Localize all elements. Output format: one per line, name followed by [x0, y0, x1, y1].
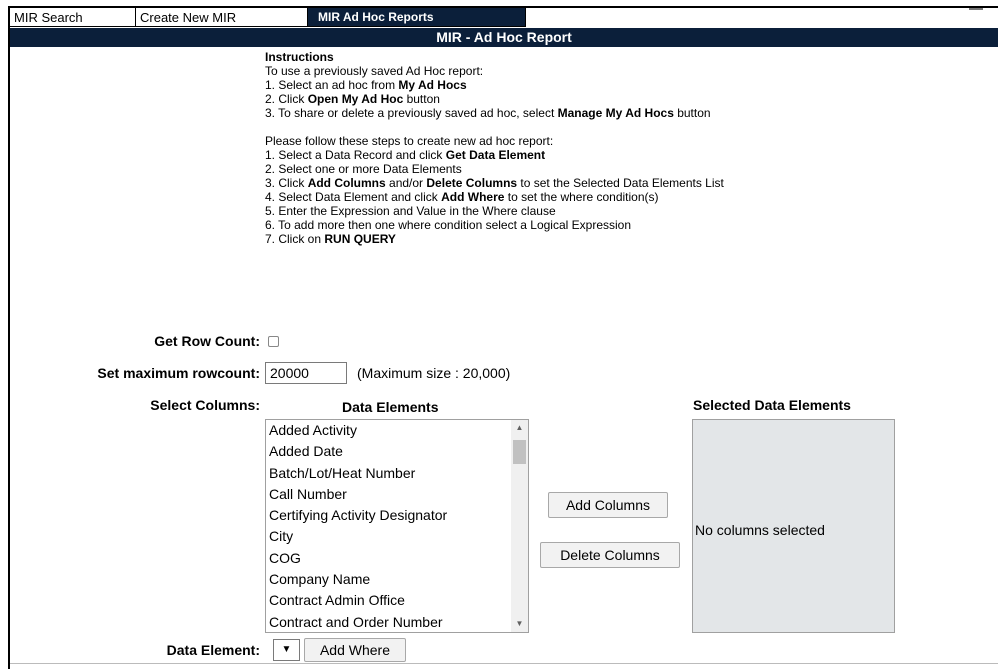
- max-rowcount-label: Set maximum rowcount:: [97, 365, 260, 381]
- list-item[interactable]: Company Name: [266, 569, 528, 590]
- instruction-step: 6. To add more then one where condition …: [265, 218, 632, 232]
- instruction-step: 1. Select a Data Record and click Get Da…: [265, 148, 546, 162]
- data-element-label: Data Element:: [166, 642, 260, 658]
- page-title: MIR - Ad Hoc Report: [10, 28, 998, 47]
- instruction-step: 2. Select one or more Data Elements: [265, 162, 462, 176]
- max-size-note: (Maximum size : 20,000): [357, 365, 511, 381]
- select-columns-label: Select Columns:: [150, 397, 260, 413]
- tab-mir-search[interactable]: MIR Search: [10, 8, 136, 27]
- instruction-step: 5. Enter the Expression and Value in the…: [265, 204, 556, 218]
- list-item[interactable]: Batch/Lot/Heat Number: [266, 463, 528, 484]
- tab-create-new-mir[interactable]: Create New MIR: [136, 8, 308, 27]
- data-elements-listbox[interactable]: Added Activity Added Date Batch/Lot/Heat…: [265, 419, 529, 633]
- scroll-thumb[interactable]: [513, 440, 526, 464]
- listbox-scrollbar[interactable]: ▲ ▼: [511, 420, 528, 632]
- selected-data-elements-header: Selected Data Elements: [693, 397, 851, 413]
- selected-data-elements-box[interactable]: No columns selected: [692, 419, 895, 633]
- divider: [10, 663, 998, 664]
- list-item[interactable]: City: [266, 526, 528, 547]
- list-item[interactable]: Added Date: [266, 441, 528, 462]
- window-edge-mark: [969, 8, 983, 10]
- tab-bar: MIR Search Create New MIR MIR Ad Hoc Rep…: [10, 8, 526, 28]
- instructions: Instructions To use a previously saved A…: [265, 50, 724, 246]
- instructions-heading: Instructions: [265, 50, 334, 64]
- delete-columns-button[interactable]: Delete Columns: [540, 542, 680, 568]
- instruction-step: 4. Select Data Element and click Add Whe…: [265, 190, 659, 204]
- instruction-step: 3. Click Add Columns and/or Delete Colum…: [265, 176, 724, 190]
- instruction-step: 2. Click Open My Ad Hoc button: [265, 92, 440, 106]
- max-rowcount-input[interactable]: [265, 362, 347, 384]
- instruction-step: 3. To share or delete a previously saved…: [265, 106, 711, 120]
- get-row-count-checkbox[interactable]: [268, 336, 279, 347]
- list-item[interactable]: Contract Admin Office: [266, 590, 528, 611]
- scroll-down-icon[interactable]: ▼: [511, 616, 528, 632]
- tab-mir-ad-hoc-reports[interactable]: MIR Ad Hoc Reports: [308, 8, 526, 27]
- data-element-dropdown[interactable]: ▼: [273, 639, 300, 661]
- add-where-button[interactable]: Add Where: [304, 638, 406, 662]
- instructions-intro-new: Please follow these steps to create new …: [265, 134, 554, 148]
- page-frame: MIR Search Create New MIR MIR Ad Hoc Rep…: [8, 6, 998, 669]
- list-item[interactable]: COG: [266, 548, 528, 569]
- no-columns-message: No columns selected: [695, 522, 825, 538]
- get-row-count-label: Get Row Count:: [154, 333, 260, 349]
- list-item[interactable]: Added Activity: [266, 420, 528, 441]
- instructions-intro: To use a previously saved Ad Hoc report:: [265, 64, 484, 78]
- add-columns-button[interactable]: Add Columns: [548, 492, 668, 518]
- instruction-step: 1. Select an ad hoc from My Ad Hocs: [265, 78, 467, 92]
- list-item[interactable]: Certifying Activity Designator: [266, 505, 528, 526]
- instruction-step: 7. Click on RUN QUERY: [265, 232, 396, 246]
- list-item[interactable]: Call Number: [266, 484, 528, 505]
- scroll-up-icon[interactable]: ▲: [511, 420, 528, 436]
- chevron-down-icon: ▼: [281, 644, 292, 655]
- data-elements-header: Data Elements: [342, 399, 439, 415]
- list-item[interactable]: Contract and Order Number: [266, 612, 528, 632]
